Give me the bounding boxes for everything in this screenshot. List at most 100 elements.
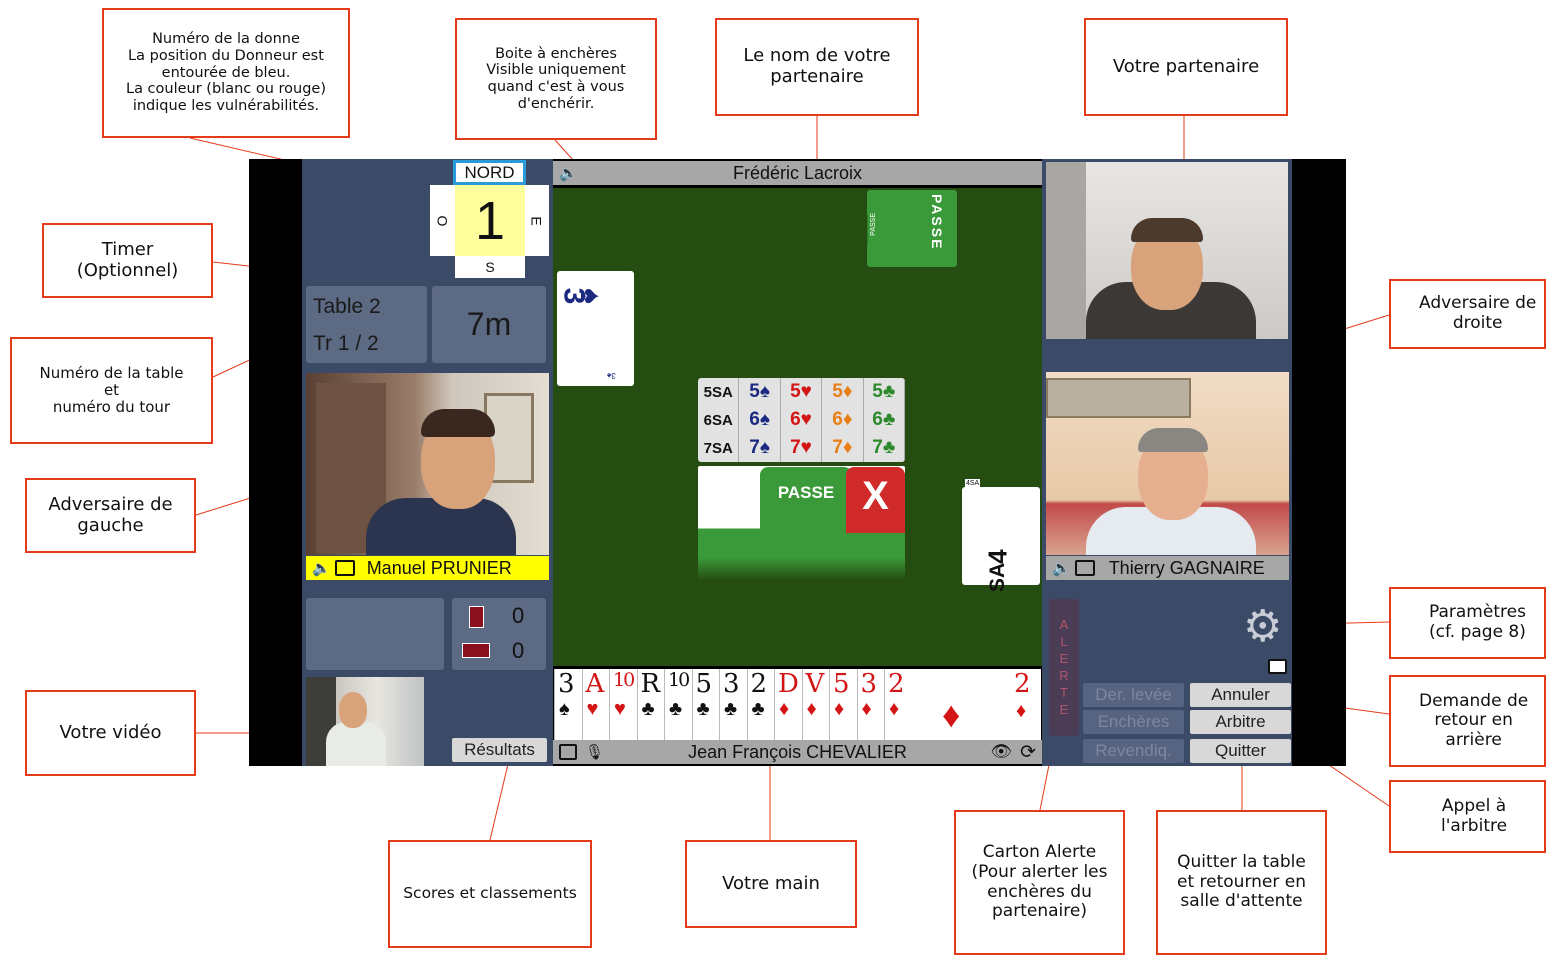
bid-option[interactable]: 5♣ <box>864 378 905 406</box>
bid-option[interactable]: 6♠ <box>739 406 781 434</box>
pass-button[interactable]: PASSE <box>760 467 852 533</box>
bid-option[interactable]: 7♦ <box>822 434 864 462</box>
bid-option[interactable]: 7♣ <box>864 434 905 462</box>
bid-option[interactable]: 6♣ <box>864 406 905 434</box>
speaker-icon[interactable]: 🔈 <box>559 164 578 182</box>
claim-button[interactable]: Revendiq. <box>1083 739 1184 763</box>
callout-timer: Timer (Optionnel) <box>42 223 213 298</box>
card-suit-icon: ♥ <box>614 698 626 720</box>
camera-icon[interactable] <box>559 744 577 760</box>
right-bid-rank: 4 <box>982 549 1013 564</box>
card-rank: 10 <box>613 669 635 691</box>
own-namebar: 🎙 Jean François CHEVALIER 👁 ⟳ <box>553 740 1042 764</box>
own-name: Jean François CHEVALIER <box>688 741 907 762</box>
score-ns: 0 <box>512 603 525 628</box>
partner-bid-label: PASSE <box>929 194 945 251</box>
bid-option[interactable]: 7SA <box>698 434 740 462</box>
board-south-label: S <box>455 256 525 278</box>
right-opponent-name: Thierry GAGNAIRE <box>1108 557 1265 578</box>
rotate-icon[interactable]: ⟳ <box>1020 741 1036 764</box>
callout-left-opponent: Adversaire de gauche <box>25 478 196 553</box>
chat-icon[interactable] <box>1074 560 1095 576</box>
right-opponent-namebar: 🔈 Thierry GAGNAIRE <box>1046 556 1289 580</box>
card-rank: 5 <box>695 669 713 699</box>
bid-option[interactable]: 7♥ <box>781 434 823 462</box>
chat-icon[interactable] <box>334 560 355 576</box>
callout-bidding-box: Boite à enchères Visible uniquement quan… <box>455 18 657 140</box>
card-rank: R <box>640 669 661 699</box>
callout-your-video: Votre vidéo <box>25 690 196 776</box>
bid-option[interactable]: 5SA <box>698 378 740 406</box>
board-indicator: O 1 E <box>430 185 549 256</box>
callout-scores: Scores et classements <box>388 840 592 948</box>
speaker-icon[interactable]: 🔈 <box>1052 559 1071 577</box>
board-east-label: E <box>529 215 545 226</box>
callout-partner-name: Le nom de votre partenaire <box>715 18 919 116</box>
right-opponent-bid-card: 4SA 4 SA <box>962 479 1040 592</box>
bidding-box: 5SA 5♠ 5♥ 5♦ 5♣ 6SA 6♠ 6♥ 6♦ 6♣ 7SA 7♠ 7♥ 7♦ 7♣ PASSE … <box>698 378 905 580</box>
ew-vulnerability-icon <box>462 643 490 658</box>
bid-option[interactable]: 5♥ <box>781 378 823 406</box>
partner-bid-small-label: PASSE <box>870 213 877 236</box>
referee-button[interactable]: Arbitre <box>1190 710 1291 734</box>
callout-partner: Votre partenaire <box>1084 18 1288 116</box>
spade-icon: ♠ <box>573 288 607 304</box>
callout-right-opponent: Adversaire de droite <box>1389 279 1546 349</box>
callout-your-hand: Votre main <box>685 840 857 928</box>
chat-icon[interactable] <box>1268 659 1287 674</box>
bid-option[interactable]: 5♦ <box>822 378 864 406</box>
card-rank: 2 <box>888 669 905 699</box>
left-opponent-namebar: 🔈 Manuel PRUNIER <box>306 556 549 580</box>
last-trick-button[interactable]: Der. levée <box>1083 683 1184 707</box>
bidding-box-grid: 5SA 5♠ 5♥ 5♦ 5♣ 6SA 6♠ 6♥ 6♦ 6♣ 7SA 7♠ 7♥ 7♦ 7♣ <box>698 378 905 462</box>
speaker-icon[interactable]: 🔈 <box>312 559 331 577</box>
quit-button[interactable]: Quitter <box>1190 739 1291 763</box>
card-rank: A <box>585 669 605 699</box>
undo-button[interactable]: Annuler <box>1190 683 1291 707</box>
card-suit-icon: ♠ <box>559 698 570 720</box>
own-video <box>306 677 424 766</box>
partner-video <box>1046 162 1288 339</box>
eye-icon[interactable]: 👁 <box>990 742 1012 762</box>
left-opponent-video <box>306 373 549 555</box>
score-box: 0 0 <box>452 598 546 670</box>
partner-namebar: 🔈 Frédéric Lacroix <box>553 161 1042 185</box>
card-suit-icon: ♥ <box>586 698 599 720</box>
card-suit-icon: ♣ <box>696 698 710 720</box>
timer-box: 7m <box>432 286 546 363</box>
alert-card[interactable]: ALERTE <box>1049 599 1079 736</box>
play-area: PASSE PASSE 3 ♠ 3♠ 4SA 4 SA 5SA 5♠ 5♥ 5♦ 5♣ 6… <box>553 188 1042 666</box>
callout-table-number: Numéro de la table et numéro du tour <box>10 337 213 444</box>
card-suit-icon: ♣ <box>669 698 683 720</box>
bid-option[interactable]: 6♥ <box>781 406 823 434</box>
callout-undo: Demande de retour en arrière <box>1389 675 1546 767</box>
timer-value: 7m <box>466 306 512 342</box>
card-suit-icon: ♦ <box>834 698 845 720</box>
card-suit-icon: ♦ <box>806 698 817 720</box>
callout-referee: Appel à l'arbitre <box>1389 780 1546 853</box>
card-rank: 10 <box>668 669 690 691</box>
results-button[interactable]: Résultats <box>452 738 547 762</box>
bridge-table-window: NORD O 1 E S Table 2 Tr 1 / 2 7m 🔈 Manue… <box>249 159 1346 766</box>
microphone-icon[interactable]: 🎙 <box>585 743 604 761</box>
right-bid-small-label: 4SA <box>965 479 981 488</box>
left-opponent-bid-card: 3 ♠ 3♠ <box>557 271 634 386</box>
hand-last-card-suit: ♦ <box>1016 700 1027 722</box>
double-button[interactable]: X <box>846 467 905 533</box>
bid-option[interactable]: 6SA <box>698 406 740 434</box>
callout-quit: Quitter la table et retourner en salle d… <box>1156 810 1327 955</box>
callout-alert-card: Carton Alerte (Pour alerter les enchères… <box>954 810 1125 955</box>
bid-option[interactable]: 6♦ <box>822 406 864 434</box>
card-suit-icon: ♦ <box>861 698 872 720</box>
deal-number: 1 <box>455 185 525 256</box>
table-number: Table 2 <box>313 295 381 318</box>
card-suit-icon: ♦ <box>889 698 900 720</box>
gear-icon[interactable]: ⚙ <box>1243 605 1282 649</box>
bid-option[interactable]: 7♠ <box>739 434 781 462</box>
left-bid-small-label: 3♠ <box>607 371 616 380</box>
bid-option[interactable]: 5♠ <box>739 378 781 406</box>
bid-row: 7SA 7♠ 7♥ 7♦ 7♣ <box>698 434 905 462</box>
callout-settings: Paramètres (cf. page 8) <box>1389 587 1546 659</box>
callout-deal-number: Numéro de la donne La position du Donneu… <box>102 8 350 138</box>
bids-button[interactable]: Enchères <box>1083 710 1184 734</box>
